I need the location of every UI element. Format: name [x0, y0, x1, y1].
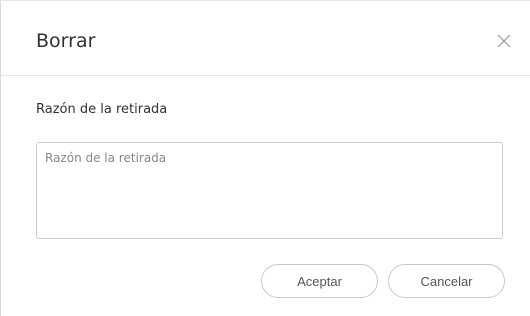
- delete-dialog: Borrar Razón de la retirada Aceptar Canc…: [0, 0, 530, 316]
- dialog-title: Borrar: [36, 30, 96, 52]
- accept-button[interactable]: Aceptar: [261, 264, 378, 298]
- dialog-header: Borrar: [1, 1, 530, 76]
- close-icon: [497, 34, 511, 48]
- close-button[interactable]: [492, 29, 516, 53]
- reason-textarea[interactable]: [36, 142, 503, 239]
- cancel-button[interactable]: Cancelar: [388, 264, 505, 298]
- reason-label: Razón de la retirada: [36, 102, 168, 117]
